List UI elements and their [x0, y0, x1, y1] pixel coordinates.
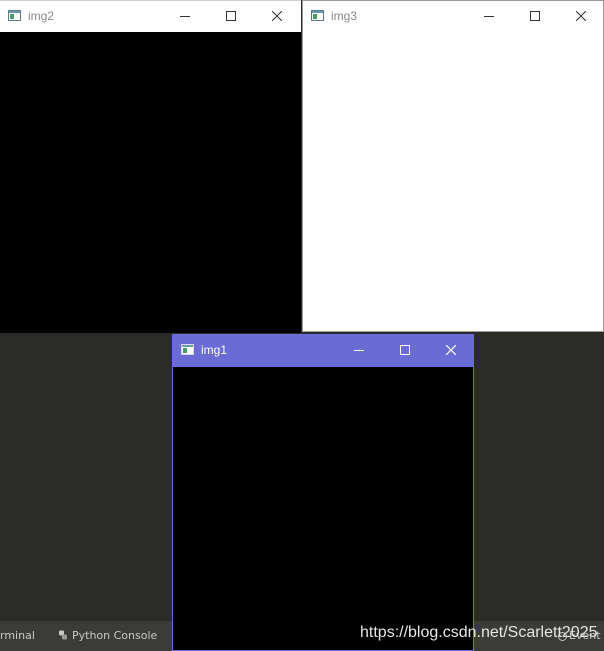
window-img1[interactable]: img1 [172, 334, 474, 651]
minimize-icon [354, 350, 364, 351]
titlebar-img2[interactable]: img2 [0, 1, 301, 32]
titlebar-img3[interactable]: img3 [303, 1, 603, 32]
minimize-button[interactable] [336, 335, 382, 366]
close-icon [446, 345, 456, 355]
maximize-button[interactable] [512, 1, 558, 32]
python-console-tab[interactable]: Python Console [58, 629, 157, 645]
app-window-icon [8, 10, 21, 21]
python-console-label: Python Console [72, 629, 158, 642]
minimize-icon [180, 16, 190, 17]
image-canvas-img1 [173, 367, 473, 650]
window-title: img2 [28, 9, 55, 23]
watermark-text: https://blog.csdn.net/Scarlett2025 [360, 624, 598, 641]
python-icon [59, 630, 67, 640]
app-window-icon [311, 10, 324, 21]
minimize-icon [484, 16, 494, 17]
app-window-icon [181, 344, 194, 355]
maximize-icon [226, 11, 236, 21]
minimize-button[interactable] [162, 1, 208, 32]
window-title: img3 [331, 9, 358, 23]
close-button[interactable] [254, 1, 300, 32]
terminal-tab-label: rminal [0, 629, 35, 642]
minimize-button[interactable] [466, 1, 512, 32]
titlebar-img1[interactable]: img1 [173, 335, 473, 367]
image-canvas-img2 [0, 32, 301, 333]
close-button[interactable] [558, 1, 603, 32]
close-button[interactable] [428, 335, 473, 366]
close-icon [576, 11, 586, 21]
window-img3[interactable]: img3 [302, 0, 604, 332]
window-title: img1 [201, 343, 228, 357]
maximize-button[interactable] [382, 335, 428, 366]
desktop: rminal Python Console Event img2 img3 im… [0, 0, 604, 651]
terminal-tab[interactable]: rminal [0, 629, 35, 645]
close-icon [272, 11, 282, 21]
maximize-button[interactable] [208, 1, 254, 32]
maximize-icon [400, 345, 410, 355]
window-img2[interactable]: img2 [0, 0, 301, 333]
maximize-icon [530, 11, 540, 21]
image-canvas-img3 [303, 32, 603, 331]
